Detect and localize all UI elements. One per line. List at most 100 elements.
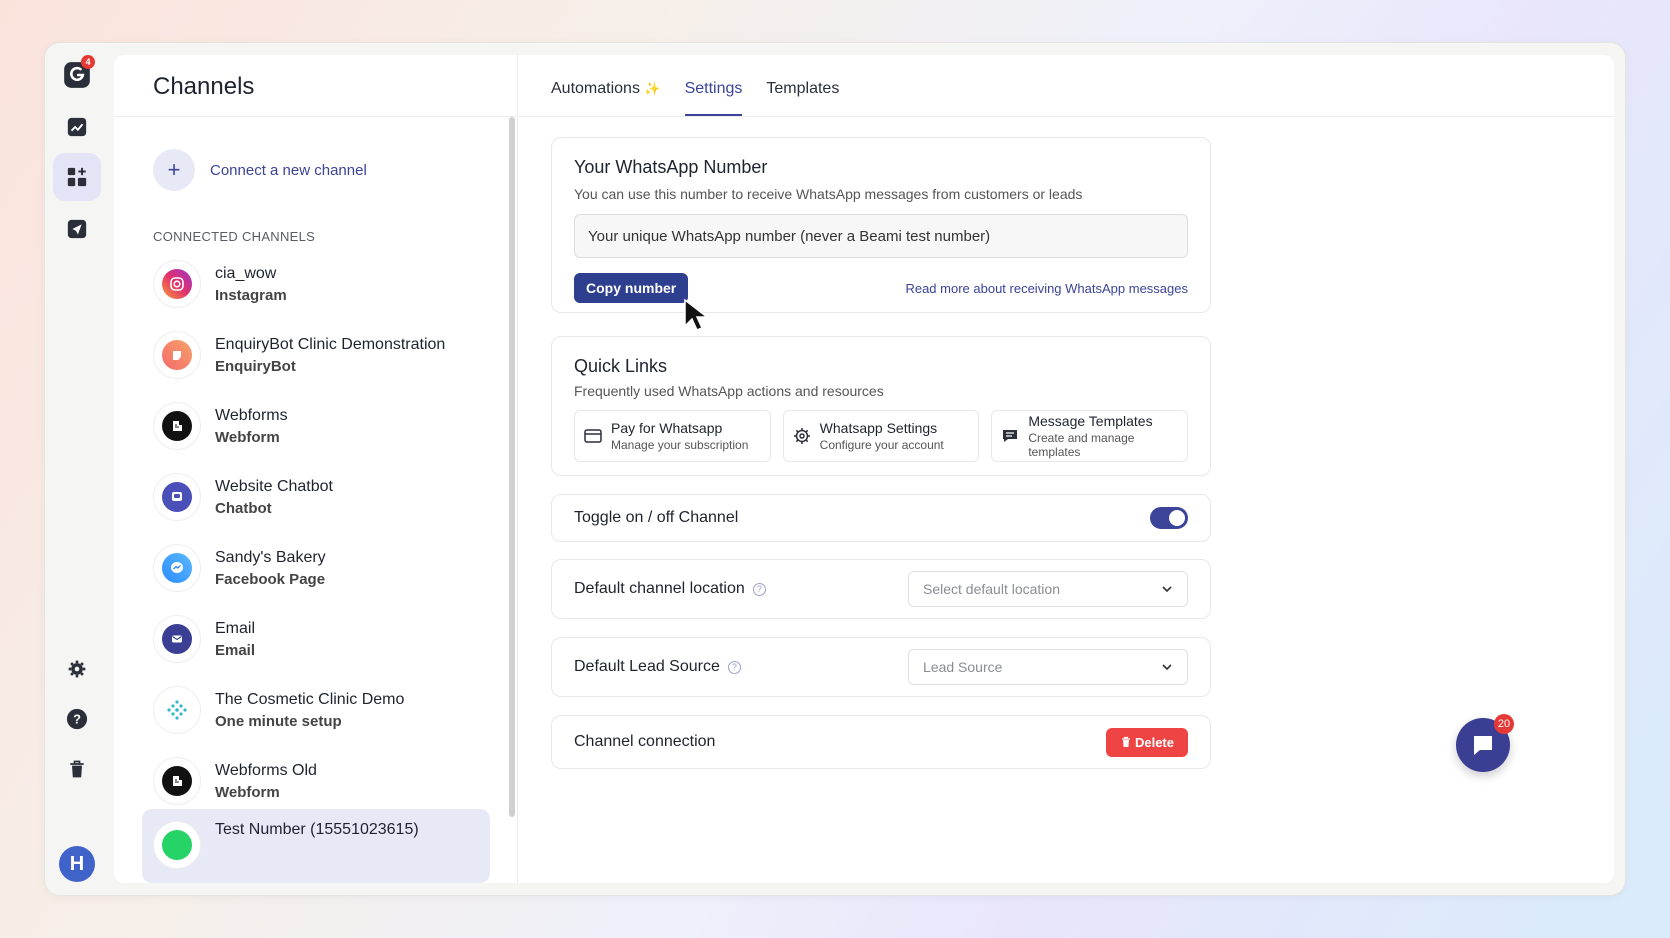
- toggle-channel-label: Toggle on / off Channel: [574, 509, 739, 526]
- channel-icon-wrap: [153, 402, 201, 450]
- help-circle-icon: ?: [66, 708, 88, 730]
- channel-toggle[interactable]: [1150, 507, 1188, 529]
- help-nav[interactable]: ?: [53, 695, 101, 743]
- lead-source-select[interactable]: Lead Source: [908, 649, 1188, 685]
- connect-channel-button[interactable]: + Connect a new channel: [153, 149, 367, 191]
- logo-button[interactable]: 4: [53, 51, 101, 99]
- email-icon: [162, 624, 192, 654]
- channel-item[interactable]: Webforms Webform: [153, 394, 483, 458]
- channel-icon-wrap: [153, 331, 201, 379]
- channels-nav[interactable]: [53, 153, 101, 201]
- channel-name: Test Number (15551023615): [215, 821, 419, 838]
- trash-icon: [1121, 736, 1130, 747]
- channel-icon-wrap: [153, 260, 201, 308]
- tab-bar: Automations ✨ Settings Templates: [519, 55, 1614, 117]
- settings-nav[interactable]: [53, 645, 101, 693]
- message-icon: [1003, 430, 1018, 442]
- default-location-row: Default channel location ? Select defaul…: [551, 559, 1211, 619]
- help-icon[interactable]: ?: [727, 660, 741, 674]
- quick-link-sub: Manage your subscription: [611, 438, 749, 452]
- quick-link-sub: Create and manage templates: [1028, 431, 1135, 459]
- enquirybot-icon: [162, 340, 192, 370]
- copy-number-button[interactable]: Copy number: [574, 273, 689, 303]
- whatsapp-number-field[interactable]: [574, 214, 1188, 258]
- lead-source-label-wrap: Default Lead Source ?: [574, 658, 741, 676]
- lead-source-select-value: Lead Source: [923, 659, 1003, 675]
- whatsapp-number-title: Your WhatsApp Number: [574, 157, 768, 177]
- whatsapp-icon: [162, 830, 192, 860]
- sparkle-icon: ✨: [644, 81, 661, 96]
- trash-nav[interactable]: [53, 745, 101, 793]
- gear-icon: [68, 660, 86, 678]
- support-chat-button[interactable]: 20: [1456, 714, 1514, 772]
- app-window: 4 ? H Channels + Connect a new channel C…: [44, 42, 1626, 896]
- quick-link-title: Whatsapp Settings: [819, 420, 938, 436]
- location-select[interactable]: Select default location: [908, 571, 1188, 607]
- channel-icon-wrap: [153, 615, 201, 663]
- campaigns-nav[interactable]: [53, 205, 101, 253]
- whatsapp-actions: Copy number Read more about receiving Wh…: [574, 273, 1188, 303]
- page-title: Channels: [153, 73, 255, 100]
- quick-link-pay[interactable]: Pay for Whatsapp Manage your subscriptio…: [574, 410, 771, 462]
- tab-settings[interactable]: Settings: [684, 80, 743, 116]
- channel-name: The Cosmetic Clinic Demo: [215, 690, 405, 708]
- toggle-knob: [1169, 510, 1185, 526]
- delete-channel-button[interactable]: Delete: [1105, 727, 1188, 757]
- channel-icon-wrap: [153, 757, 201, 805]
- channel-item-selected[interactable]: Test Number (15551023615): [142, 809, 490, 883]
- channel-name: Webforms Old: [215, 761, 317, 779]
- webform-icon: [162, 411, 192, 441]
- tab-automations[interactable]: Automations ✨: [551, 80, 661, 116]
- channel-item[interactable]: Email Email: [153, 607, 483, 671]
- quick-link-title: Message Templates: [1028, 413, 1153, 429]
- channel-type: Facebook Page: [215, 570, 326, 588]
- chevron-down-icon: [1162, 586, 1172, 593]
- channels-sidebar: Channels + Connect a new channel CONNECT…: [114, 55, 518, 883]
- channel-type: Webform: [215, 428, 280, 446]
- quick-link-sub: Configure your account: [819, 438, 944, 452]
- nav-rail: 4 ? H: [45, 43, 109, 895]
- channel-connection-label: Channel connection: [574, 733, 716, 750]
- default-lead-source-row: Default Lead Source ? Lead Source: [551, 637, 1211, 697]
- apps-add-icon: [67, 167, 87, 187]
- channel-item[interactable]: Website Chatbot Chatbot: [153, 465, 483, 529]
- quick-link-title: Pay for Whatsapp: [611, 420, 723, 436]
- quick-link-templates[interactable]: Message Templates Create and manage temp…: [991, 410, 1189, 462]
- channel-name: Email: [215, 619, 256, 637]
- location-select-value: Select default location: [923, 581, 1060, 597]
- channel-type: One minute setup: [215, 712, 342, 730]
- channel-name: Webforms: [215, 406, 288, 424]
- default-location-label: Default channel location: [574, 580, 745, 597]
- mouse-cursor-icon: [684, 298, 710, 331]
- channel-name: EnquiryBot Clinic Demonstration: [215, 335, 446, 353]
- instagram-icon: [162, 269, 192, 299]
- tab-templates[interactable]: Templates: [766, 80, 839, 116]
- connected-channels-heading: CONNECTED CHANNELS: [153, 229, 316, 244]
- connect-channel-label: Connect a new channel: [210, 161, 367, 179]
- notification-badge: 4: [81, 55, 95, 69]
- channel-item[interactable]: Webforms Old Webform: [153, 749, 483, 813]
- channel-item[interactable]: The Cosmetic Clinic Demo One minute setu…: [153, 678, 483, 742]
- chat-badge: 20: [1494, 714, 1514, 734]
- channel-name: Sandy's Bakery: [215, 548, 326, 566]
- whatsapp-number-card: Your WhatsApp Number You can use this nu…: [551, 137, 1211, 313]
- channel-item[interactable]: Sandy's Bakery Facebook Page: [153, 536, 483, 600]
- channel-name: Website Chatbot: [215, 477, 333, 495]
- analytics-nav[interactable]: [53, 103, 101, 151]
- read-more-link[interactable]: Read more about receiving WhatsApp messa…: [905, 281, 1188, 296]
- channel-icon-wrap: [153, 821, 201, 869]
- avatar[interactable]: H: [59, 846, 95, 882]
- svg-text:?: ?: [73, 712, 81, 727]
- chevron-down-icon: [1162, 664, 1172, 671]
- quick-links-title: Quick Links: [574, 356, 668, 376]
- quick-links-subtitle: Frequently used WhatsApp actions and res…: [574, 383, 884, 399]
- channel-item[interactable]: cia_wow Instagram: [153, 252, 483, 316]
- sidebar-scrollbar[interactable]: [509, 117, 515, 817]
- channel-item[interactable]: EnquiryBot Clinic Demonstration EnquiryB…: [153, 323, 483, 387]
- channel-icon-wrap: [153, 686, 201, 734]
- trash-icon: [70, 760, 84, 778]
- lead-source-label: Default Lead Source: [574, 658, 720, 675]
- channel-name: cia_wow: [215, 264, 277, 282]
- help-icon[interactable]: ?: [752, 582, 766, 596]
- quick-link-settings[interactable]: Whatsapp Settings Configure your account: [782, 410, 980, 462]
